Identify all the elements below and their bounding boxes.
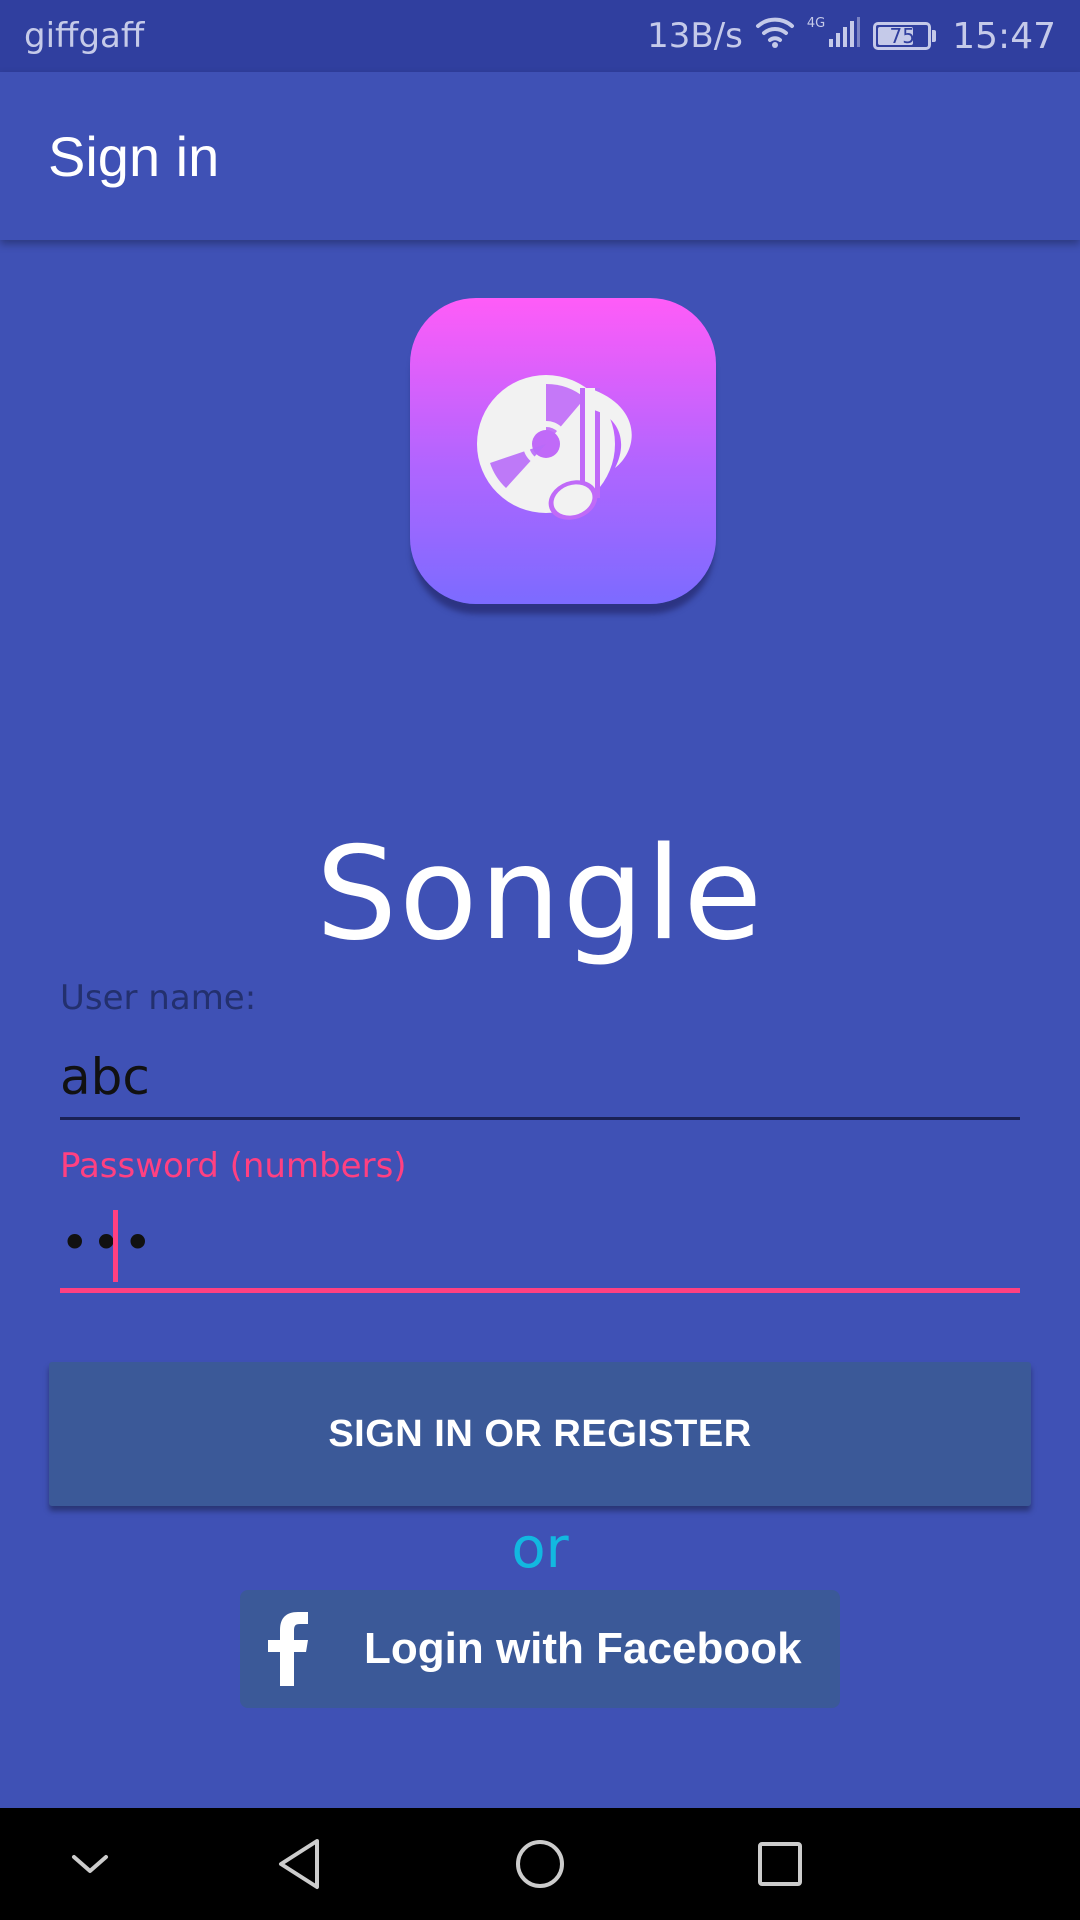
facebook-icon [268, 1612, 308, 1686]
network-type: 4G [806, 16, 826, 31]
password-underline [60, 1288, 1020, 1293]
home-icon[interactable] [490, 1808, 590, 1920]
facebook-login-button[interactable]: Login with Facebook [240, 1590, 840, 1708]
carrier-name: giffgaff [24, 16, 145, 56]
app-name: Songle [315, 820, 765, 969]
signal-icon [827, 15, 861, 58]
status-bar: giffgaff 13B/s 4G 75 15:47 [0, 0, 1080, 72]
username-underline [60, 1117, 1020, 1120]
collapse-icon[interactable] [40, 1808, 140, 1920]
username-label: User name: [60, 978, 257, 1018]
wifi-icon [755, 15, 795, 58]
app-bar: Sign in [0, 72, 1080, 240]
facebook-button-label: Login with Facebook [364, 1624, 802, 1673]
sign-in-or-register-button[interactable]: SIGN IN OR REGISTER [49, 1362, 1031, 1506]
password-label: Password (numbers) [60, 1146, 407, 1186]
battery-icon: 75 [873, 22, 937, 50]
network-speed: 13B/s [647, 16, 743, 56]
navigation-bar [0, 1808, 1080, 1920]
password-field[interactable]: ••• [60, 1214, 154, 1272]
sign-in-screen: giffgaff 13B/s 4G 75 15:47 Sign in Songl… [0, 0, 1080, 1920]
or-separator: or [511, 1516, 569, 1581]
page-title: Sign in [48, 125, 220, 188]
battery-level: 75 [889, 24, 915, 48]
recents-icon[interactable] [730, 1808, 830, 1920]
username-field[interactable]: abc [60, 1048, 150, 1106]
app-logo [410, 298, 716, 604]
text-cursor [113, 1210, 118, 1282]
status-indicators: 13B/s 4G 75 15:47 [647, 14, 1056, 58]
back-icon[interactable] [250, 1808, 350, 1920]
music-disc-icon [477, 375, 632, 520]
sign-in-button-label: SIGN IN OR REGISTER [328, 1412, 752, 1455]
clock: 15:47 [952, 15, 1056, 57]
